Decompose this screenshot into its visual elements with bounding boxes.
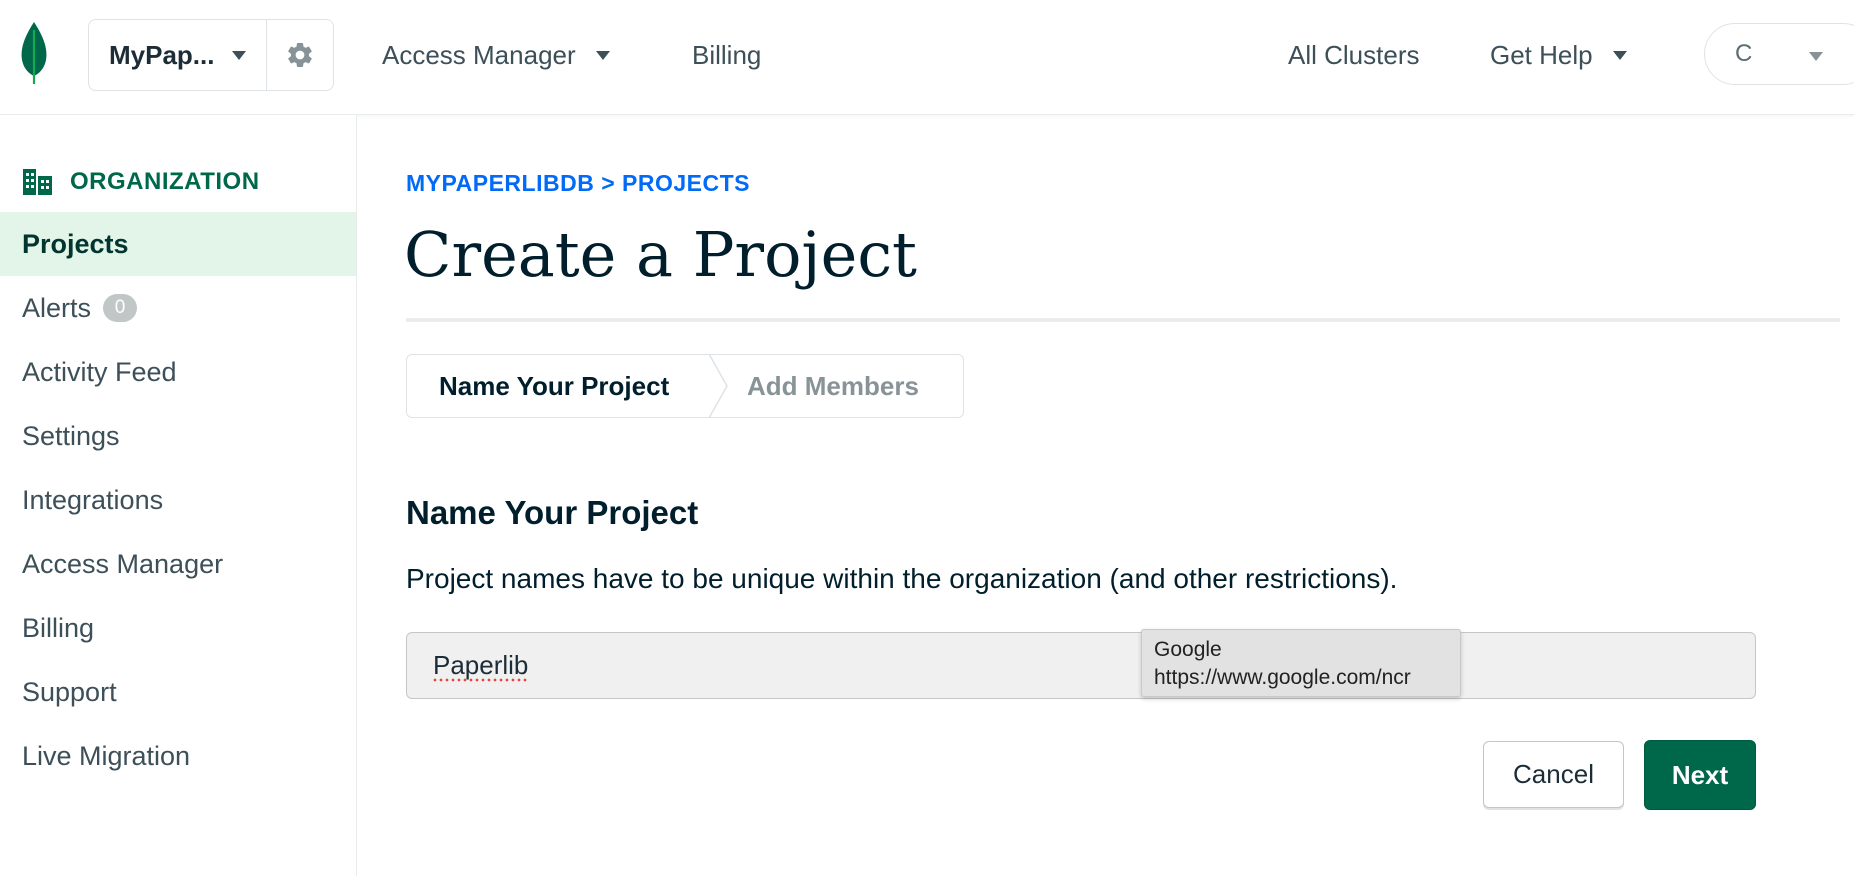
caret-down-icon — [1612, 51, 1627, 60]
gear-icon — [288, 42, 312, 68]
sidebar-header: ORGANIZATION — [22, 167, 260, 197]
nav-billing-label: Billing — [692, 40, 762, 70]
nav-access-manager[interactable]: Access Manager — [382, 40, 610, 71]
building-icon — [23, 169, 52, 195]
autofill-url: https://www.google.com/ncr — [1154, 666, 1411, 689]
org-name: MyPap... — [109, 39, 215, 70]
sidebar-item-alerts[interactable]: Alerts 0 — [0, 276, 356, 340]
sidebar-item-label: Integrations — [22, 484, 164, 515]
org-picker: MyPap... — [88, 19, 334, 91]
org-settings-button[interactable] — [267, 20, 333, 90]
sidebar-item-support[interactable]: Support — [0, 660, 356, 724]
step-chevron-icon — [708, 355, 728, 417]
section-title: Name Your Project — [406, 494, 699, 531]
step-name-your-project: Name Your Project — [439, 355, 669, 417]
sidebar-item-live-migration[interactable]: Live Migration — [0, 724, 356, 788]
sidebar-item-label: Live Migration — [22, 740, 191, 771]
sidebar-item-access-manager[interactable]: Access Manager — [0, 532, 356, 596]
user-menu-button[interactable]: C — [1704, 23, 1854, 85]
sidebar-item-activity-feed[interactable]: Activity Feed — [0, 340, 356, 404]
autofill-suggestion-popup[interactable]: Google https://www.google.com/ncr — [1141, 629, 1461, 697]
nav-all-clusters-label: All Clusters — [1288, 40, 1420, 70]
section-description: Project names have to be unique within t… — [406, 563, 1398, 594]
sidebar: ORGANIZATION Projects Alerts 0 Activity … — [0, 115, 357, 876]
sidebar-item-label: Projects — [22, 228, 129, 259]
sidebar-header-label: ORGANIZATION — [70, 168, 260, 195]
nav-billing[interactable]: Billing — [692, 40, 761, 71]
caret-down-icon — [1809, 52, 1823, 61]
sidebar-item-label: Access Manager — [22, 548, 224, 579]
top-navbar: MyPap... Access Manager Billing All Clus… — [0, 0, 1854, 115]
sidebar-item-integrations[interactable]: Integrations — [0, 468, 356, 532]
breadcrumb[interactable]: MYPAPERLIBDB > PROJECTS — [406, 170, 750, 197]
caret-down-icon — [232, 51, 246, 60]
step-add-members: Add Members — [747, 355, 919, 417]
nav-get-help-label: Get Help — [1490, 40, 1593, 70]
project-name-input[interactable] — [406, 632, 1756, 699]
sidebar-item-label: Alerts — [22, 292, 92, 323]
user-initial: C — [1735, 40, 1753, 67]
sidebar-item-projects[interactable]: Projects — [0, 212, 356, 276]
next-button[interactable]: Next — [1644, 740, 1756, 810]
spellcheck-underline — [432, 678, 528, 682]
cancel-button[interactable]: Cancel — [1483, 741, 1624, 808]
sidebar-item-settings[interactable]: Settings — [0, 404, 356, 468]
step-label: Add Members — [747, 370, 919, 401]
sidebar-item-label: Support — [22, 676, 117, 707]
alerts-count-badge: 0 — [103, 294, 138, 322]
step-label: Name Your Project — [439, 370, 670, 401]
sidebar-item-label: Billing — [22, 612, 95, 643]
page-title: Create a Project — [404, 218, 917, 291]
nav-access-manager-label: Access Manager — [382, 40, 576, 70]
nav-get-help[interactable]: Get Help — [1490, 40, 1627, 71]
org-select-dropdown[interactable]: MyPap... — [89, 20, 267, 90]
autofill-title: Google — [1154, 638, 1222, 661]
sidebar-item-billing[interactable]: Billing — [0, 596, 356, 660]
mongodb-leaf-logo-icon[interactable] — [18, 20, 50, 84]
caret-down-icon — [595, 51, 610, 60]
wizard-stepper: Name Your Project Add Members — [406, 354, 964, 418]
nav-all-clusters[interactable]: All Clusters — [1288, 40, 1419, 71]
sidebar-item-label: Activity Feed — [22, 356, 177, 387]
title-divider — [406, 318, 1840, 322]
sidebar-item-label: Settings — [22, 420, 120, 451]
